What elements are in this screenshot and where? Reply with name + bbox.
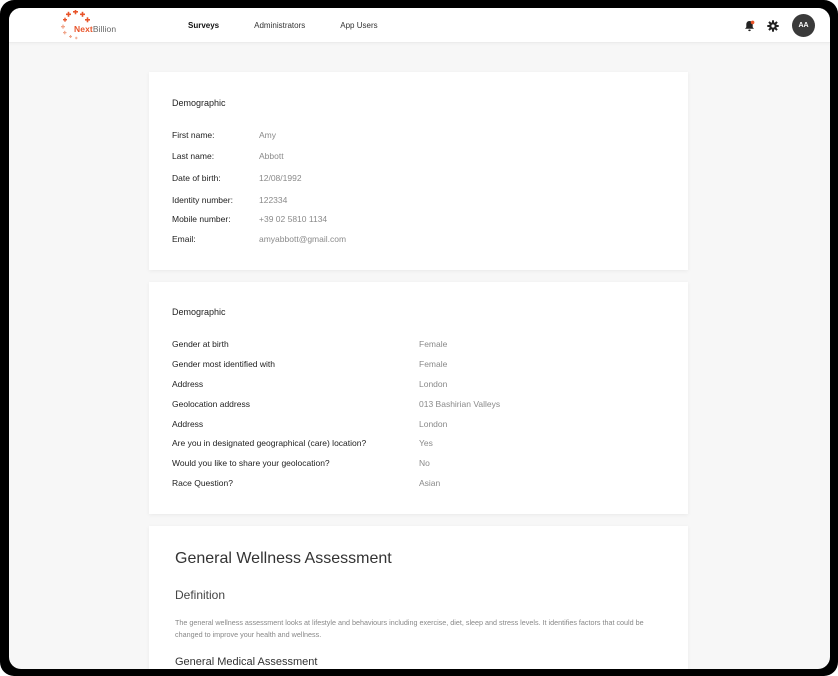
- field-value: Amy: [259, 130, 276, 140]
- field-label: Are you in designated geographical (care…: [172, 438, 367, 448]
- logo-name-part2: Billion: [92, 24, 117, 34]
- field-value: 12/08/1992: [259, 173, 302, 183]
- field-value: 122334: [259, 195, 288, 205]
- field-value: amyabbott@gmail.com: [259, 234, 347, 244]
- field-label: First name:: [172, 130, 215, 140]
- header-actions: AA: [732, 8, 815, 43]
- top-navigation-bar: NextBillion Surveys Administrators App U…: [9, 8, 830, 43]
- field-label: Address: [172, 419, 204, 429]
- logo-wordmark: NextBillion: [74, 24, 116, 34]
- field-label: Would you like to share your geolocation…: [172, 458, 330, 468]
- personal-details-card: Demographic First name: Amy Last name: Abb…: [149, 72, 688, 270]
- field-value: Abbott: [259, 151, 284, 161]
- field-value: +39 02 5810 1134: [259, 214, 328, 224]
- field-row: Gender at birth Female: [172, 339, 672, 351]
- field-value: Female: [419, 339, 448, 349]
- field-row: Geolocation address 013 Bashirian Valleys: [172, 399, 672, 411]
- definition-text: The general wellness assessment looks at…: [175, 618, 644, 639]
- field-row: Gender most identified with Female: [172, 359, 672, 371]
- definition-heading: Definition: [175, 588, 226, 602]
- device-frame: NextBillion Surveys Administrators App U…: [0, 0, 838, 676]
- field-row: Email: amyabbott@gmail.com: [172, 234, 672, 246]
- gear-icon[interactable]: [766, 19, 780, 33]
- medical-assessment-heading: General Medical Assessment: [175, 656, 318, 668]
- field-value: London: [419, 379, 448, 389]
- field-label: Geolocation address: [172, 399, 250, 409]
- field-row: Mobile number: +39 02 5810 1134: [172, 214, 672, 226]
- field-row: First name: Amy: [172, 130, 672, 142]
- demographic-card: Demographic Gender at birth Female Gender…: [149, 282, 688, 514]
- field-row: Last name: Abbott: [172, 151, 672, 163]
- logo-name-part1: Next: [74, 24, 93, 34]
- field-label: Email:: [172, 234, 196, 244]
- avatar[interactable]: AA: [792, 14, 815, 37]
- main-nav: Surveys Administrators App Users: [188, 8, 413, 43]
- app-screen: NextBillion Surveys Administrators App U…: [9, 8, 830, 669]
- field-value: Asian: [419, 478, 441, 488]
- field-value: London: [419, 419, 448, 429]
- field-label: Last name:: [172, 151, 215, 161]
- card-title: Demographic: [172, 307, 226, 317]
- field-label: Mobile number:: [172, 214, 231, 224]
- field-value: 013 Bashirian Valleys: [419, 399, 501, 409]
- field-row: Date of birth: 12/08/1992: [172, 173, 672, 185]
- field-label: Address: [172, 379, 204, 389]
- nav-item-surveys[interactable]: Surveys: [188, 8, 219, 43]
- field-label: Race Question?: [172, 478, 233, 488]
- field-value: Female: [419, 359, 448, 369]
- field-row: Address London: [172, 379, 672, 391]
- nav-item-administrators[interactable]: Administrators: [254, 8, 305, 43]
- field-value: Yes: [419, 438, 433, 448]
- bell-icon[interactable]: [742, 19, 756, 33]
- section-title: General Wellness Assessment: [175, 550, 392, 567]
- wellness-assessment-card: General Wellness Assessment Definition T…: [149, 526, 688, 669]
- field-label: Identity number:: [172, 195, 233, 205]
- logo[interactable]: NextBillion: [59, 10, 129, 40]
- field-label: Gender at birth: [172, 339, 229, 349]
- field-row: Would you like to share your geolocation…: [172, 458, 672, 470]
- field-row: Race Question? Asian: [172, 478, 672, 490]
- field-row: Address London: [172, 419, 672, 431]
- field-label: Gender most identified with: [172, 359, 275, 369]
- field-row: Identity number: 122334: [172, 195, 672, 207]
- field-value: No: [419, 458, 430, 468]
- field-label: Date of birth:: [172, 173, 221, 183]
- field-row: Are you in designated geographical (care…: [172, 438, 672, 450]
- nav-item-app-users[interactable]: App Users: [340, 8, 377, 43]
- card-title: Demographic: [172, 98, 226, 108]
